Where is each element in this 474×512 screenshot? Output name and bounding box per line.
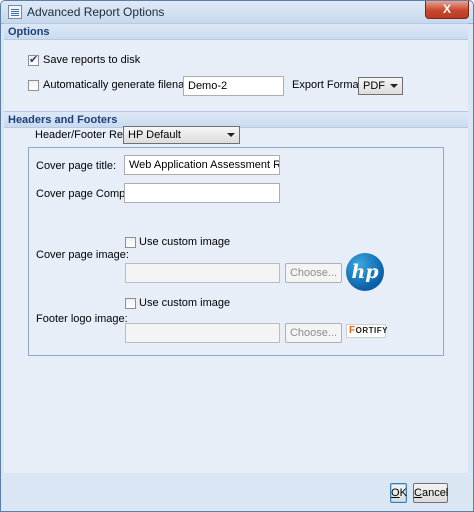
cancel-button[interactable]: Cancel bbox=[413, 483, 448, 503]
close-button[interactable]: X bbox=[425, 1, 469, 19]
cover-title-label: Cover page title: bbox=[36, 160, 117, 172]
hp-logo: hp bbox=[346, 253, 384, 291]
header-footer-report-select[interactable]: HP Default bbox=[123, 126, 240, 144]
footer-logo-path-input bbox=[125, 323, 280, 343]
export-format-label: Export Format: bbox=[292, 79, 365, 91]
auto-filename-label: Automatically generate filename bbox=[43, 79, 200, 91]
window-title: Advanced Report Options bbox=[27, 5, 165, 19]
header-footer-report-value: HP Default bbox=[128, 129, 181, 141]
footer-logo-label: Footer logo image: bbox=[36, 313, 128, 325]
cancel-mnemonic: C bbox=[414, 487, 422, 499]
fortify-logo-initial: F bbox=[349, 325, 356, 336]
cover-title-input[interactable]: Web Application Assessment Report bbox=[124, 155, 280, 175]
export-format-value: PDF bbox=[363, 80, 385, 92]
save-reports-checkbox[interactable] bbox=[28, 53, 39, 66]
auto-filename-checkbox[interactable] bbox=[28, 80, 39, 91]
title-bar[interactable]: Advanced Report Options X bbox=[1, 1, 473, 24]
save-reports-label: Save reports to disk bbox=[43, 54, 141, 66]
fortify-logo: FORTIFY bbox=[346, 324, 388, 338]
cover-image-label: Cover page image: bbox=[36, 249, 129, 261]
footer-custom-image-checkbox[interactable] bbox=[125, 298, 136, 309]
chevron-down-icon bbox=[390, 84, 398, 88]
cover-custom-image-label: Use custom image bbox=[139, 236, 231, 248]
footer-choose-button: Choose... bbox=[285, 323, 342, 343]
ok-mnemonic: O bbox=[391, 487, 400, 499]
cancel-rest: ancel bbox=[421, 487, 449, 499]
footer-custom-image-label: Use custom image bbox=[139, 297, 231, 309]
export-format-select[interactable]: PDF bbox=[358, 77, 403, 95]
cover-company-input[interactable] bbox=[124, 183, 280, 203]
app-icon bbox=[8, 5, 22, 19]
ok-button[interactable]: OK bbox=[390, 483, 407, 503]
fortify-logo-rest: ORTIFY bbox=[355, 326, 388, 335]
chevron-down-icon bbox=[227, 133, 235, 137]
cover-image-path-input bbox=[125, 263, 280, 283]
options-section-header: Options bbox=[4, 23, 468, 40]
ok-rest: K bbox=[399, 487, 407, 499]
filename-input[interactable]: Demo-2 bbox=[183, 76, 284, 96]
cover-custom-image-checkbox[interactable] bbox=[125, 237, 136, 248]
cover-choose-button: Choose... bbox=[285, 263, 342, 283]
